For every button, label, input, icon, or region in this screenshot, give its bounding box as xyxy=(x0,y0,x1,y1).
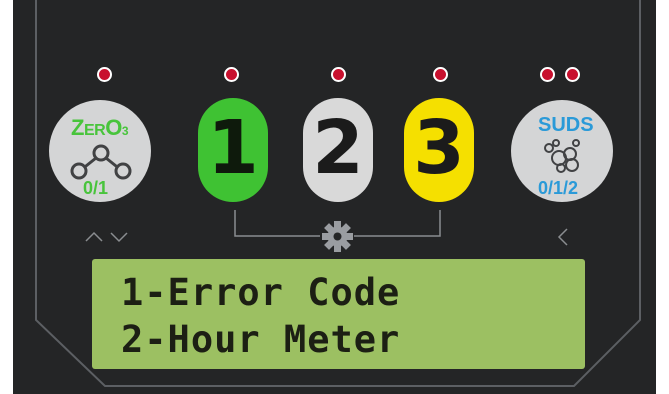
lcd-line-2: 2-Hour Meter xyxy=(121,318,401,361)
suds-mode-label: 0/1/2 xyxy=(538,178,579,198)
chevron-up-icon[interactable] xyxy=(85,231,103,243)
chevron-down-icon[interactable] xyxy=(110,231,128,243)
control-panel-screen: ZERO3 0/1 1 2 3 SUDS 0/1/2 1-Error Code … xyxy=(0,0,669,394)
chevron-left-icon[interactable] xyxy=(557,228,569,246)
lcd-line-1: 1-Error Code xyxy=(121,271,401,314)
gear-icon[interactable] xyxy=(321,220,354,253)
suds-button[interactable]: SUDS 0/1/2 xyxy=(511,100,613,202)
suds-title: SUDS xyxy=(538,114,594,136)
lcd-display: 1-Error Code 2-Hour Meter xyxy=(92,259,585,369)
suds-bubbles-icon xyxy=(544,139,580,173)
